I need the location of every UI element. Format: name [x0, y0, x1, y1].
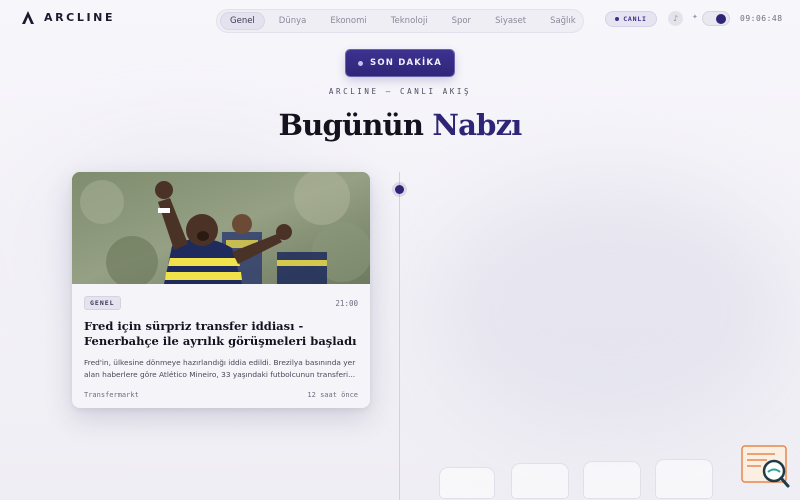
article-age: 12 saat önce: [307, 391, 358, 399]
card-body: GENEL 21:00 Fred için sürpriz transfer i…: [72, 284, 370, 399]
section-kicker: ARCLINE — CANLI AKIŞ: [328, 87, 472, 96]
live-dot: [615, 17, 620, 21]
article-excerpt: Fred'in, ülkesine dönmeye hazırlandığı i…: [84, 358, 356, 379]
article-time: 21:00: [335, 298, 358, 308]
nav-item-genel[interactable]: Genel: [220, 12, 265, 30]
ghost-shape: [512, 464, 568, 498]
timeline-marker: [395, 185, 404, 194]
nav-item-saglik[interactable]: Sağlık: [540, 12, 586, 30]
search-widget-icon[interactable]: [741, 445, 791, 489]
live-badge[interactable]: CANLI: [605, 11, 657, 27]
article-title[interactable]: Fred için sürpriz transfer iddiası - Fen…: [84, 319, 358, 349]
background-blob: [430, 180, 790, 440]
top-bar: ARCLINE Genel Dünya Ekonomi Teknoloji Sp…: [0, 0, 800, 38]
toggle-knob: [716, 14, 726, 24]
clock: 09:06:48: [740, 14, 783, 23]
category-nav: Genel Dünya Ekonomi Teknoloji Spor Siyas…: [216, 9, 584, 33]
breaking-label: SON DAKİKA: [370, 58, 442, 68]
card-meta: GENEL 21:00: [84, 296, 358, 310]
nav-item-teknoloji[interactable]: Teknoloji: [381, 12, 438, 30]
ghost-shape: [656, 460, 712, 498]
live-label: CANLI: [623, 15, 647, 23]
music-icon[interactable]: ♪: [668, 11, 683, 26]
card-footer: Transfermarkt 12 saat önce: [84, 391, 358, 399]
breaking-dot: [358, 60, 363, 66]
nav-item-spor[interactable]: Spor: [442, 12, 482, 30]
breaking-news-button[interactable]: SON DAKİKA: [346, 50, 454, 76]
headline-main: Bugünün: [278, 108, 433, 142]
theme-toggle[interactable]: [702, 11, 730, 26]
ghost-shape: [584, 462, 640, 498]
brand-name: ARCLINE: [44, 11, 116, 24]
headline-accent: Nabzı: [432, 108, 522, 142]
logo-icon: [22, 11, 34, 24]
page-title: Bugünün Nabzı: [0, 108, 800, 142]
nav-item-siyaset[interactable]: Siyaset: [485, 12, 536, 30]
article-source: Transfermarkt: [84, 391, 139, 399]
ghost-shape: [440, 468, 494, 498]
nav-item-ekonomi[interactable]: Ekonomi: [320, 12, 376, 30]
category-badge[interactable]: GENEL: [84, 296, 121, 310]
sparkle-icon: ✦: [692, 13, 698, 21]
article-image: [72, 172, 370, 284]
nav-item-dunya[interactable]: Dünya: [269, 12, 317, 30]
brand-logo[interactable]: ARCLINE: [22, 11, 115, 24]
news-card[interactable]: GENEL 21:00 Fred için sürpriz transfer i…: [72, 172, 370, 408]
timeline-line: [399, 172, 400, 500]
